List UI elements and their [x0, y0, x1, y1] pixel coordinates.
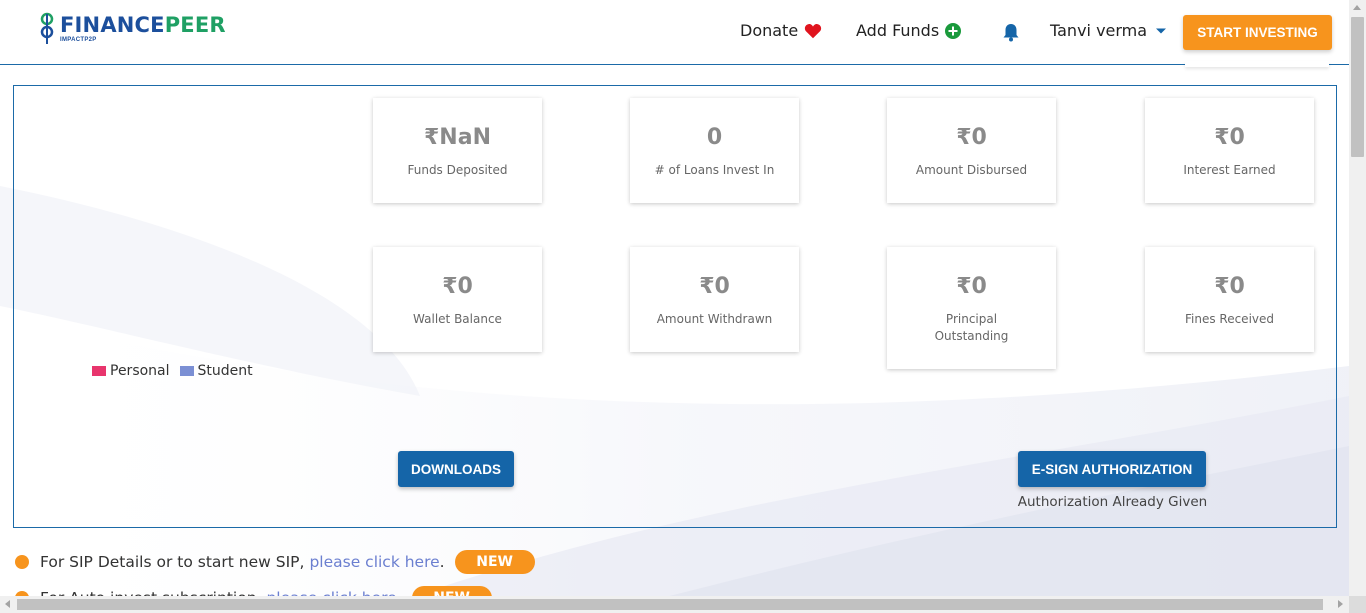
sip-click-here-link[interactable]: please click here: [309, 553, 439, 571]
brand-name: FINANCEPEER: [60, 13, 226, 37]
stat-label: Fines Received: [1184, 312, 1274, 326]
sip-info-line: For SIP Details or to start new SIP, ple…: [15, 550, 535, 574]
esign-authorization-button[interactable]: E-SIGN AUTHORIZATION: [1018, 451, 1206, 487]
stat-label: # of Loans Invest In: [654, 163, 775, 177]
scroll-left-arrow-icon[interactable]: [5, 600, 10, 608]
downloads-button[interactable]: DOWNLOADS: [398, 451, 514, 487]
notification-bell-button[interactable]: [1002, 23, 1020, 47]
vertical-scrollbar[interactable]: [1349, 0, 1366, 613]
stat-value: ₹0: [442, 274, 473, 299]
stat-value: ₹0: [956, 274, 987, 299]
esign-status-text: Authorization Already Given: [1017, 494, 1208, 510]
stat-card-loans-invested: 0 # of Loans Invest In: [630, 98, 799, 203]
financepeer-logo[interactable]: FINANCEPEER IMPACTP2P: [38, 12, 226, 46]
vertical-scroll-thumb[interactable]: [1351, 17, 1364, 157]
stat-card-principal-outstanding: ₹0 Principal Outstanding: [887, 247, 1056, 369]
start-investing-underline: [1185, 61, 1329, 67]
stat-card-fines-received: ₹0 Fines Received: [1145, 247, 1314, 352]
horizontal-scroll-thumb[interactable]: [17, 599, 1323, 610]
legend-swatch-personal: [92, 366, 106, 376]
stat-value: 0: [706, 125, 723, 150]
stat-value: ₹0: [699, 274, 730, 299]
add-funds-link[interactable]: Add Funds: [856, 21, 962, 40]
user-menu-dropdown[interactable]: Tanvi verma: [1050, 21, 1167, 40]
stat-card-amount-disbursed: ₹0 Amount Disbursed: [887, 98, 1056, 203]
stat-value: ₹0: [1214, 274, 1245, 299]
sip-info-text: For SIP Details or to start new SIP,: [40, 553, 305, 571]
stat-label: Funds Deposited: [407, 163, 508, 177]
stat-card-wallet-balance: ₹0 Wallet Balance: [373, 247, 542, 352]
heart-icon: [805, 23, 822, 38]
stat-card-amount-withdrawn: ₹0 Amount Withdrawn: [630, 247, 799, 352]
add-funds-label: Add Funds: [856, 21, 940, 40]
chart-legend: Personal Student: [92, 363, 253, 379]
legend-item-student[interactable]: Student: [179, 363, 253, 379]
stat-label: Amount Disbursed: [915, 163, 1028, 177]
user-name: Tanvi verma: [1050, 21, 1148, 40]
horizontal-scrollbar[interactable]: [0, 596, 1349, 613]
logo-mark-icon: [40, 12, 54, 44]
sip-info-suffix: .: [439, 553, 445, 571]
stat-value: ₹0: [1214, 125, 1245, 150]
stat-value: ₹0: [956, 125, 987, 150]
scroll-right-arrow-icon[interactable]: [1338, 600, 1343, 608]
scroll-up-arrow-icon[interactable]: [1353, 5, 1361, 10]
top-header: FINANCEPEER IMPACTP2P Donate Add Funds T…: [0, 0, 1349, 67]
scrollbar-corner: [1349, 596, 1366, 613]
legend-swatch-student: [179, 366, 194, 376]
start-investing-button[interactable]: START INVESTING: [1183, 15, 1332, 50]
bullet-dot-icon: [15, 555, 29, 569]
plus-circle-icon: [945, 22, 962, 39]
stat-card-funds-deposited: ₹NaN Funds Deposited: [373, 98, 542, 203]
stat-card-interest-earned: ₹0 Interest Earned: [1145, 98, 1314, 203]
new-badge: NEW: [454, 550, 535, 574]
chevron-down-icon: [1156, 28, 1167, 33]
legend-item-personal[interactable]: Personal: [92, 363, 170, 379]
stat-label: Amount Withdrawn: [656, 312, 773, 326]
stat-label: Interest Earned: [1183, 163, 1276, 177]
stat-label: Principal Outstanding: [934, 312, 1009, 343]
bell-icon: [1003, 24, 1019, 42]
donate-label: Donate: [740, 21, 799, 40]
brand-tagline: IMPACTP2P: [60, 37, 97, 43]
stat-label: Wallet Balance: [413, 312, 502, 326]
stat-value: ₹NaN: [424, 125, 491, 150]
donate-link[interactable]: Donate: [740, 21, 822, 40]
